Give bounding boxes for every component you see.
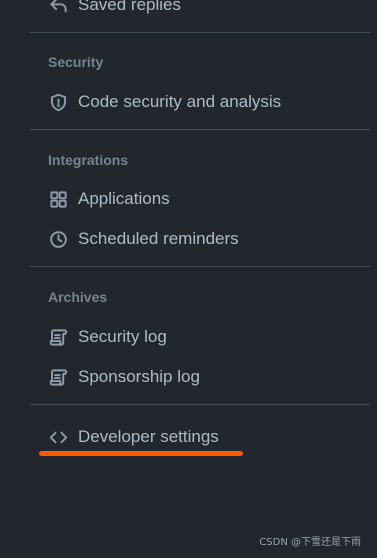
sidebar-item-applications[interactable]: Applications bbox=[48, 185, 170, 213]
code-icon bbox=[48, 427, 68, 447]
sidebar-item-developer-settings[interactable]: Developer settings bbox=[48, 423, 219, 451]
clock-icon bbox=[48, 229, 68, 249]
sidebar-item-label: Security log bbox=[78, 327, 167, 346]
sidebar-item-label: Saved replies bbox=[78, 0, 182, 14]
sidebar-item-label: Sponsorship log bbox=[78, 367, 200, 386]
divider bbox=[30, 404, 370, 405]
divider bbox=[30, 32, 370, 33]
watermark: CSDN @下雪还是下雨 bbox=[259, 537, 361, 548]
sidebar-item-security-log[interactable]: Security log bbox=[48, 323, 167, 351]
log-icon bbox=[48, 327, 68, 347]
sidebar-item-label: Scheduled reminders bbox=[78, 229, 239, 248]
section-heading-security: Security bbox=[48, 54, 104, 70]
sidebar-item-label: Code security and analysis bbox=[78, 92, 282, 111]
sidebar-item-label: Applications bbox=[78, 189, 170, 208]
section-heading-archives: Archives bbox=[48, 289, 108, 305]
reply-icon bbox=[48, 0, 68, 15]
sidebar-item-code-security[interactable]: Code security and analysis bbox=[48, 88, 281, 116]
divider bbox=[30, 266, 370, 267]
sidebar-item-sponsorship-log[interactable]: Sponsorship log bbox=[48, 363, 200, 391]
sidebar-item-scheduled-reminders[interactable]: Scheduled reminders bbox=[48, 225, 239, 253]
section-heading-integrations: Integrations bbox=[48, 152, 129, 168]
divider bbox=[30, 129, 370, 130]
log-icon bbox=[48, 367, 68, 387]
shield-icon bbox=[48, 92, 68, 112]
apps-grid-icon bbox=[48, 189, 68, 209]
highlight-underline bbox=[39, 451, 243, 456]
sidebar-item-label: Developer settings bbox=[78, 427, 219, 446]
sidebar-item-saved-replies[interactable]: Saved replies bbox=[48, 0, 181, 19]
